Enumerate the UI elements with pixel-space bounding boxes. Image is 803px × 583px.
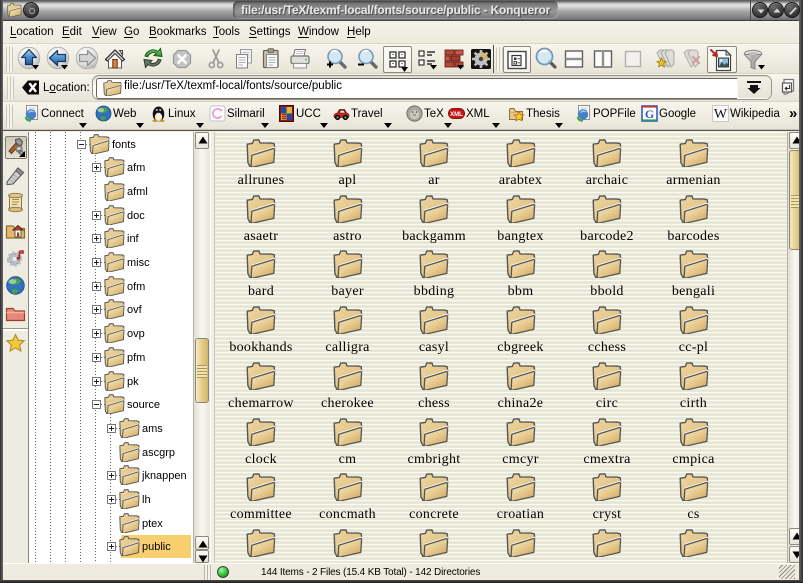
svg-text:W: W [714, 107, 728, 122]
svg-text:XML: XML [450, 112, 463, 118]
svg-text:G: G [645, 107, 654, 121]
